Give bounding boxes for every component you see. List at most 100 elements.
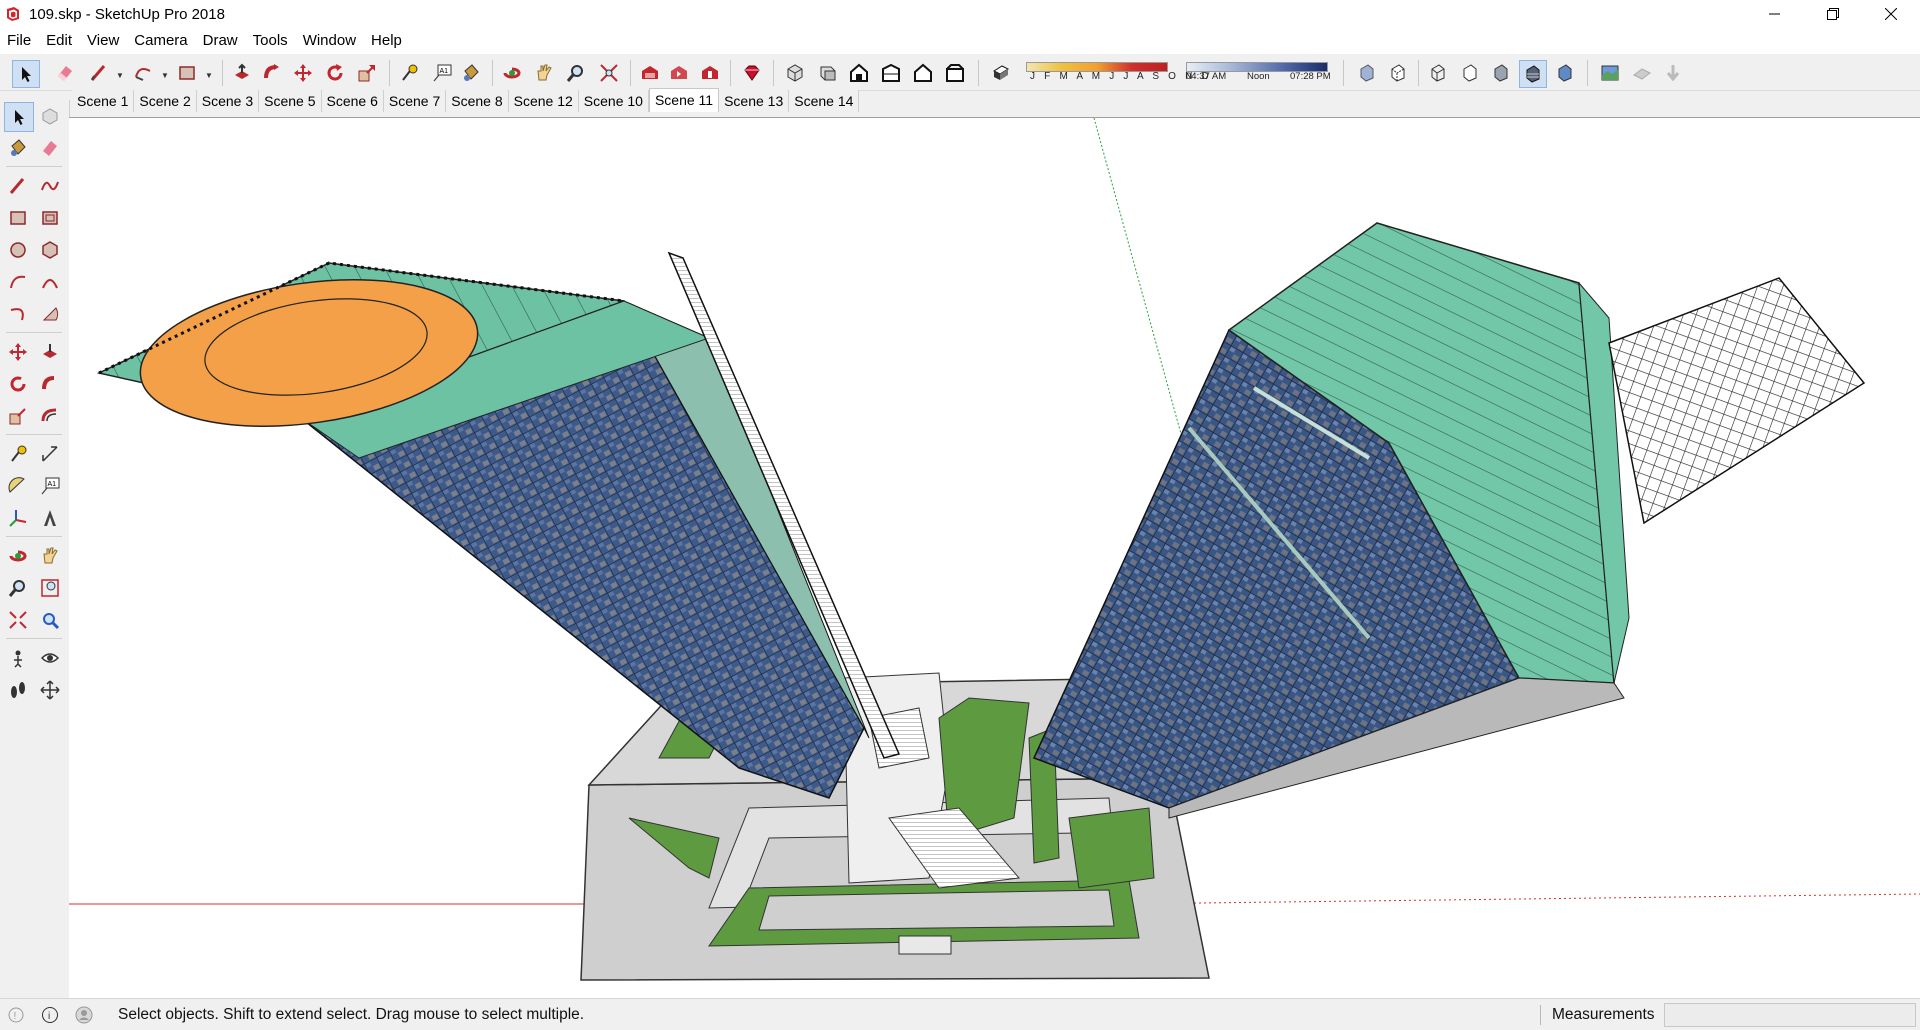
back-edges-button[interactable] xyxy=(1385,60,1411,86)
push-pull-tool-button[interactable] xyxy=(229,60,255,86)
user-account-button[interactable] xyxy=(74,1005,94,1025)
left-line-button[interactable] xyxy=(4,172,32,200)
look-around-button[interactable] xyxy=(36,644,64,672)
rectangle-tool-button[interactable] xyxy=(174,60,200,86)
xray-button[interactable] xyxy=(1354,60,1380,86)
tab-scene-8[interactable]: Scene 8 xyxy=(446,90,509,112)
arc-tool-button[interactable] xyxy=(130,60,156,86)
tab-scene-1[interactable]: Scene 1 xyxy=(72,90,135,112)
left-view-button[interactable] xyxy=(942,60,968,86)
left-zoom-extents-button[interactable] xyxy=(4,606,32,634)
position-camera-button[interactable] xyxy=(4,644,32,672)
tab-scene-14[interactable]: Scene 14 xyxy=(789,90,860,112)
zoom-tool-button[interactable] xyxy=(563,60,589,86)
move-tool-button[interactable] xyxy=(290,60,316,86)
tab-scene-11[interactable]: Scene 11 xyxy=(648,88,720,112)
menu-view[interactable]: View xyxy=(80,28,127,54)
menu-edit[interactable]: Edit xyxy=(39,28,80,54)
left-move-button[interactable] xyxy=(4,338,32,366)
orbit-tool-button[interactable] xyxy=(499,60,525,86)
paint-bucket-tool-button[interactable] xyxy=(458,60,484,86)
polygon-button[interactable] xyxy=(36,236,64,264)
left-rectangle-button[interactable] xyxy=(4,204,32,232)
axes-button[interactable] xyxy=(4,504,32,532)
left-rotate-button[interactable] xyxy=(4,370,32,398)
extension-warehouse-button[interactable] xyxy=(697,60,723,86)
rotated-rectangle-button[interactable] xyxy=(36,204,64,232)
wireframe-button[interactable] xyxy=(1425,60,1451,86)
zoom-extents-tool-button[interactable] xyxy=(596,60,622,86)
front-view-button[interactable] xyxy=(846,60,872,86)
previous-view-button[interactable] xyxy=(36,606,64,634)
menu-tools[interactable]: Tools xyxy=(246,28,296,54)
zoom-window-button[interactable] xyxy=(36,574,64,602)
tab-scene-3[interactable]: Scene 3 xyxy=(196,90,260,112)
menu-window[interactable]: Window xyxy=(296,28,364,54)
shape-dropdown-icon[interactable]: ▼ xyxy=(205,71,213,80)
tab-scene-7[interactable]: Scene 7 xyxy=(383,90,447,112)
left-paint-bucket-button[interactable] xyxy=(4,134,32,162)
restore-button[interactable] xyxy=(1804,0,1862,28)
menu-help[interactable]: Help xyxy=(364,28,410,54)
left-select-button[interactable] xyxy=(4,102,34,132)
tab-scene-12[interactable]: Scene 12 xyxy=(508,90,579,112)
top-view-button[interactable] xyxy=(815,60,841,86)
two-point-arc-button[interactable] xyxy=(36,268,64,296)
left-push-pull-button[interactable] xyxy=(36,338,64,366)
menu-camera[interactable]: Camera xyxy=(127,28,195,54)
iso-view-button[interactable] xyxy=(782,60,808,86)
circle-button[interactable] xyxy=(4,236,32,264)
offset-button[interactable] xyxy=(36,402,64,430)
left-text-button[interactable]: A1 xyxy=(36,472,64,500)
follow-me-tool-button[interactable] xyxy=(259,60,285,86)
left-zoom-button[interactable] xyxy=(4,574,32,602)
pie-button[interactable] xyxy=(36,300,64,328)
tab-scene-2[interactable]: Scene 2 xyxy=(134,90,197,112)
back-view-button[interactable] xyxy=(910,60,936,86)
three-point-arc-button[interactable] xyxy=(4,300,32,328)
geo-location-button[interactable]: ! xyxy=(6,1005,26,1025)
line-tool-button[interactable] xyxy=(86,60,112,86)
left-follow-me-button[interactable] xyxy=(36,370,64,398)
make-component-button[interactable] xyxy=(36,102,64,130)
left-pan-button[interactable] xyxy=(36,542,64,570)
dimension-button[interactable] xyxy=(36,440,64,468)
shaded-textures-button[interactable] xyxy=(1519,60,1547,88)
minimize-button[interactable] xyxy=(1746,0,1804,28)
scale-tool-button[interactable] xyxy=(354,60,380,86)
eraser-tool-button[interactable] xyxy=(52,60,78,86)
hidden-line-button[interactable] xyxy=(1457,60,1483,86)
section-plane-button[interactable] xyxy=(36,676,64,704)
left-arc-button[interactable] xyxy=(4,268,32,296)
left-tape-measure-button[interactable] xyxy=(4,440,32,468)
left-scale-button[interactable] xyxy=(4,402,32,430)
3d-warehouse-button[interactable] xyxy=(637,60,663,86)
model-viewport[interactable] xyxy=(69,117,1920,999)
menu-draw[interactable]: Draw xyxy=(196,28,246,54)
3d-text-button[interactable] xyxy=(36,504,64,532)
walk-button[interactable] xyxy=(4,676,32,704)
rotate-tool-button[interactable] xyxy=(322,60,348,86)
tape-measure-tool-button[interactable] xyxy=(396,60,422,86)
ruby-console-button[interactable] xyxy=(739,60,765,86)
left-orbit-button[interactable] xyxy=(4,542,32,570)
select-tool-button[interactable] xyxy=(12,60,40,88)
menu-file[interactable]: File xyxy=(0,28,39,54)
share-model-button[interactable] xyxy=(666,60,692,86)
monochrome-button[interactable] xyxy=(1552,60,1578,86)
line-dropdown-icon[interactable]: ▼ xyxy=(116,71,124,80)
photo-textures-button[interactable] xyxy=(1660,60,1686,86)
close-button[interactable] xyxy=(1862,0,1920,28)
credits-button[interactable]: i xyxy=(40,1005,60,1025)
tab-scene-10[interactable]: Scene 10 xyxy=(578,90,649,112)
add-location-button[interactable] xyxy=(1597,60,1623,86)
pan-tool-button[interactable] xyxy=(531,60,557,86)
right-view-button[interactable] xyxy=(878,60,904,86)
tab-scene-5[interactable]: Scene 5 xyxy=(259,90,322,112)
shadows-toggle-button[interactable] xyxy=(988,60,1014,86)
tab-scene-6[interactable]: Scene 6 xyxy=(321,90,384,112)
shaded-button[interactable] xyxy=(1488,60,1514,86)
tab-scene-13[interactable]: Scene 13 xyxy=(719,90,790,112)
measurements-input[interactable] xyxy=(1664,1003,1916,1027)
left-eraser-button[interactable] xyxy=(36,134,64,162)
